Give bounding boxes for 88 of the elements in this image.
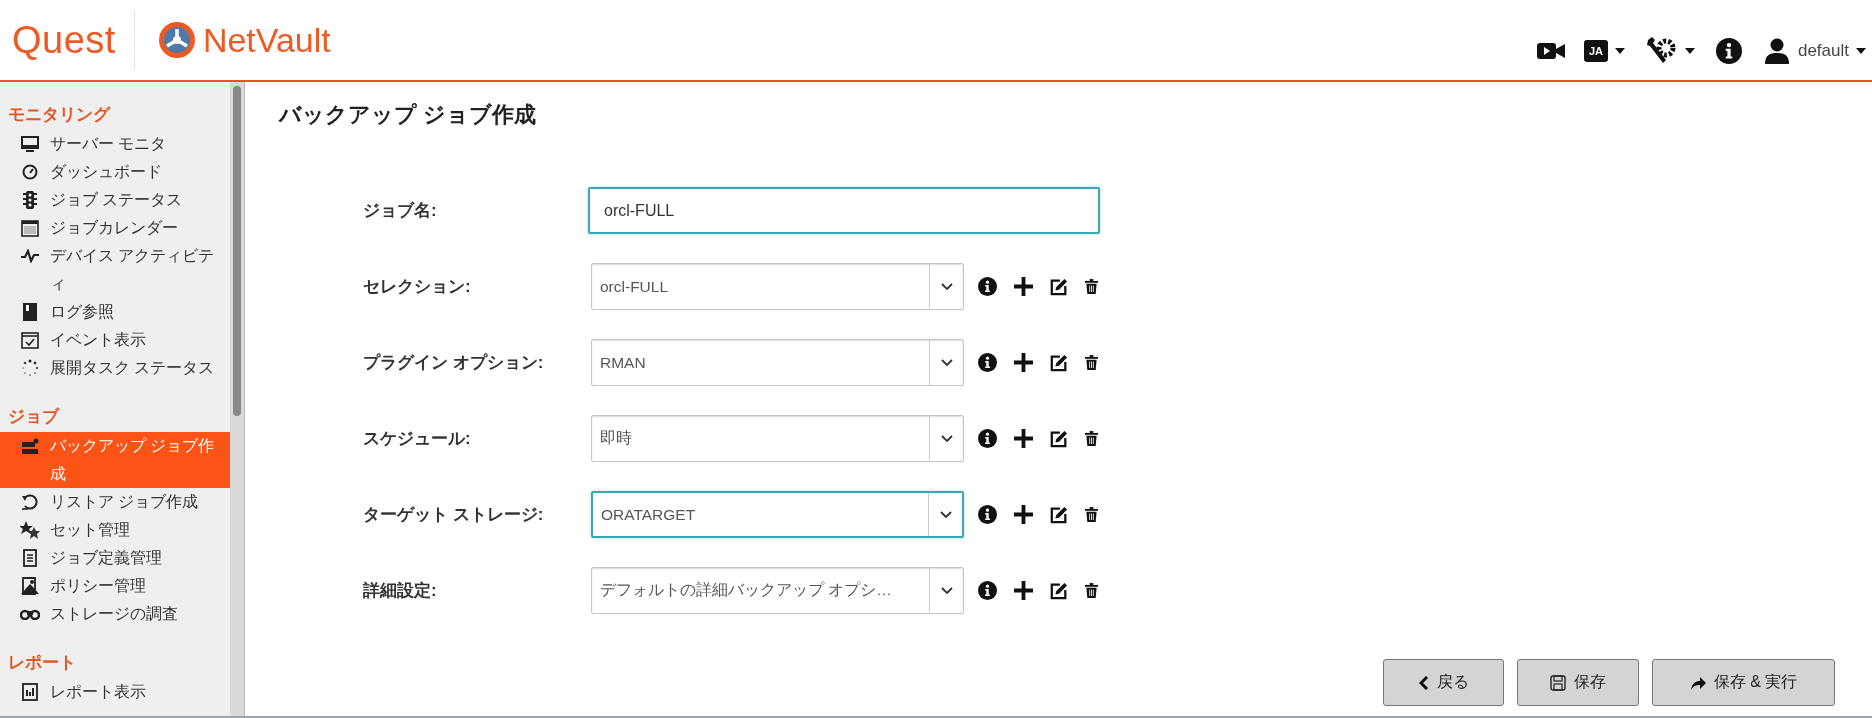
info-icon[interactable] [978, 505, 997, 524]
dropdown-field[interactable]: orcl-FULL [591, 263, 964, 310]
traffic-light-icon [23, 191, 37, 209]
sidebar-item[interactable]: リストア ジョブ作成 [0, 488, 230, 516]
plus-icon[interactable] [1014, 429, 1033, 448]
sidebar-item[interactable]: ジョブ定義管理 [0, 544, 230, 572]
section-title: モニタリング [7, 104, 112, 126]
document-icon [21, 577, 39, 595]
field-label: スケジュール: [363, 428, 472, 450]
action-button[interactable]: 保存 & 実行 [1652, 659, 1835, 706]
info-icon[interactable] [978, 429, 997, 448]
sidebar-item[interactable]: サーバー モニタ [0, 130, 230, 158]
sidebar-item[interactable]: ストレージの調査 [0, 600, 230, 628]
vault-logo-icon [156, 20, 197, 60]
section-title: ジョブ [7, 406, 61, 428]
report-icon [22, 683, 38, 701]
video-camera-icon[interactable] [1536, 42, 1565, 60]
dropdown-field[interactable]: デフォルトの詳細バックアップ オプシ… [591, 567, 964, 614]
field-label: 詳細設定: [363, 580, 438, 602]
sidebar-item[interactable]: ジョブ ステータス [0, 186, 230, 214]
dropdown-field[interactable]: RMAN [591, 339, 964, 386]
info-icon[interactable] [978, 277, 997, 296]
wrench-gear-icon[interactable] [1645, 36, 1678, 66]
action-button[interactable]: 戻る [1383, 659, 1504, 706]
edit-icon[interactable] [1050, 429, 1068, 448]
language-button[interactable]: JA [1583, 40, 1608, 62]
sidebar-item[interactable]: レポート表示 [0, 678, 230, 706]
stars-icon [20, 521, 40, 539]
action-button[interactable]: 保存 [1517, 659, 1639, 706]
user-menu[interactable]: default [1797, 41, 1849, 61]
job-name-field[interactable]: orcl-FULL [588, 187, 1100, 234]
calendar-icon [21, 219, 39, 237]
edit-icon[interactable] [1050, 277, 1068, 296]
plus-icon[interactable] [1014, 353, 1033, 372]
quest-logo: Quest [12, 18, 116, 62]
sidebar-item[interactable]: ジョブカレンダー [0, 214, 230, 242]
section-title: レポート [7, 652, 77, 674]
user-icon[interactable] [1764, 38, 1789, 64]
share-arrow-icon [1689, 675, 1706, 690]
document-icon [23, 549, 37, 567]
gauge-icon [22, 164, 38, 180]
edit-icon[interactable] [1050, 505, 1068, 524]
edit-icon[interactable] [1050, 353, 1068, 372]
trash-icon[interactable] [1085, 279, 1098, 294]
chevron-down-icon [940, 358, 953, 367]
chevron-down-icon [940, 586, 953, 595]
plus-icon[interactable] [1014, 505, 1033, 524]
caret-icon[interactable] [1856, 48, 1866, 54]
edit-icon[interactable] [1050, 581, 1068, 600]
sidebar-item[interactable]: セット管理 [0, 516, 230, 544]
plus-icon[interactable] [1014, 581, 1033, 600]
trash-icon[interactable] [1085, 583, 1098, 598]
trash-icon[interactable] [1085, 507, 1098, 522]
scrollbar-thumb[interactable] [233, 86, 241, 416]
field-label: プラグイン オプション: [363, 352, 545, 374]
restore-icon [21, 493, 39, 511]
field-label: ジョブ名: [363, 200, 438, 222]
chevron-left-icon [1418, 675, 1429, 690]
sidebar-item[interactable]: ポリシー管理 [0, 572, 230, 600]
field-label: セレクション: [363, 276, 472, 298]
caret-icon[interactable] [1614, 48, 1625, 54]
binoculars-icon [20, 608, 40, 620]
sidebar-item[interactable]: 展開タスク ステータス [0, 354, 230, 382]
trash-icon[interactable] [1085, 431, 1098, 446]
page-title: バックアップ ジョブ作成 [279, 101, 538, 129]
spinner-icon [21, 359, 39, 377]
sidebar-item[interactable]: デバイス アクティビティ [0, 242, 230, 298]
caret-icon[interactable] [1684, 48, 1695, 54]
netvault-logo: NetVault [202, 20, 331, 60]
chevron-down-icon [939, 510, 952, 519]
field-label: ターゲット ストレージ: [363, 504, 545, 526]
sidebar-item[interactable]: ダッシュボード [0, 158, 230, 186]
monitor-icon [21, 136, 39, 152]
sidebar-item[interactable]: ログ参照 [0, 298, 230, 326]
calendar-check-icon [21, 331, 39, 349]
plus-icon[interactable] [1014, 277, 1033, 296]
trash-icon[interactable] [1085, 355, 1098, 370]
chevron-down-icon [940, 282, 953, 291]
info-icon[interactable] [978, 581, 997, 600]
info-icon[interactable] [1715, 38, 1742, 64]
dropdown-field[interactable]: 即時 [591, 415, 964, 462]
drive-icon [21, 438, 39, 454]
book-icon [23, 303, 37, 321]
pulse-icon [21, 249, 39, 263]
chevron-down-icon [940, 434, 953, 443]
dropdown-field[interactable]: ORATARGET [591, 491, 964, 538]
info-icon[interactable] [978, 353, 997, 372]
sidebar-item[interactable]: イベント表示 [0, 326, 230, 354]
